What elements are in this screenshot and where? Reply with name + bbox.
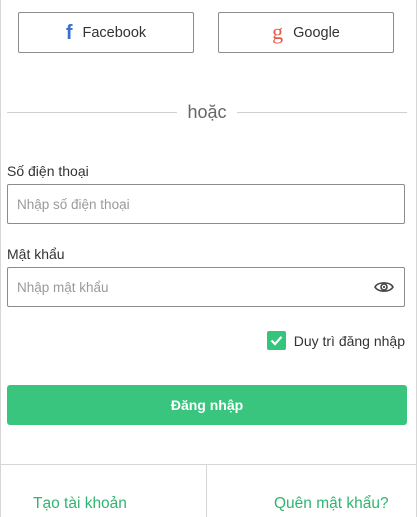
eye-icon[interactable] xyxy=(364,268,404,306)
login-button-label: Đăng nhập xyxy=(170,397,244,413)
forgot-password-link[interactable]: Quên mật khẩu? xyxy=(274,495,389,513)
divider-line-left xyxy=(7,111,178,113)
google-label: Google xyxy=(293,24,340,41)
facebook-login-button[interactable]: f Facebook xyxy=(18,12,194,53)
phone-label: Số điện thoại xyxy=(7,163,89,179)
login-button[interactable]: Đăng nhập xyxy=(7,385,407,425)
divider-line-right xyxy=(236,111,408,113)
remember-me-label: Duy trì đăng nhập xyxy=(293,332,405,349)
login-panel: f Facebook g Google hoặc Số điện thoại M… xyxy=(0,0,417,517)
google-icon: g xyxy=(272,18,284,44)
social-login-row: f Facebook g Google xyxy=(18,12,395,53)
phone-input[interactable] xyxy=(8,185,404,223)
facebook-icon: f xyxy=(65,21,73,44)
divider-text: hoặc xyxy=(187,101,227,122)
password-label: Mật khẩu xyxy=(7,246,65,262)
footer-links: Tạo tài khoản Quên mật khẩu? xyxy=(1,464,416,517)
checkmark-icon xyxy=(270,336,283,346)
or-divider: hoặc xyxy=(7,100,408,124)
remember-me-checkbox[interactable] xyxy=(266,331,286,350)
phone-field xyxy=(7,184,405,224)
password-input[interactable] xyxy=(8,268,364,306)
facebook-label: Facebook xyxy=(82,24,147,41)
footer-separator xyxy=(206,465,207,517)
create-account-link[interactable]: Tạo tài khoản xyxy=(33,495,127,513)
remember-me: Duy trì đăng nhập xyxy=(266,331,405,350)
password-field xyxy=(7,267,405,307)
google-login-button[interactable]: g Google xyxy=(218,12,394,53)
